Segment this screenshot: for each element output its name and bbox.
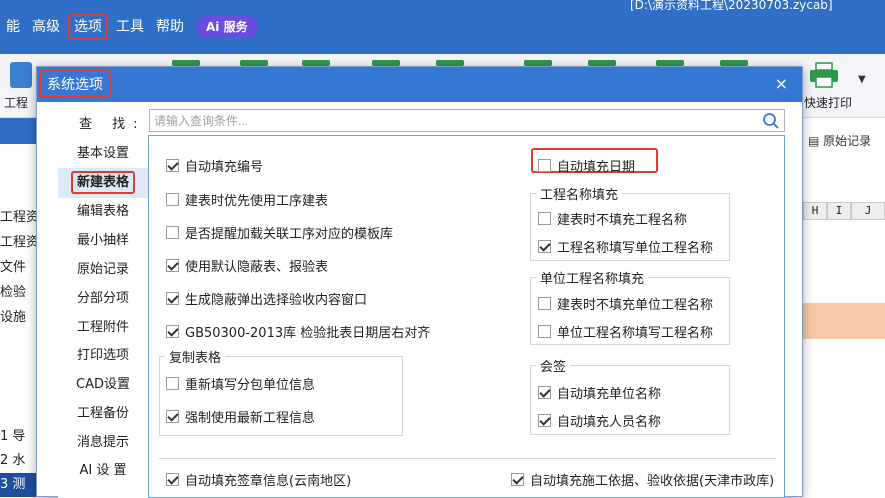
no-fill-project-name-checkbox[interactable]: 建表时不填充工程名称 xyxy=(538,209,687,228)
search-label: 查 找: xyxy=(79,117,146,132)
record-icon: ▤ xyxy=(808,134,824,148)
unit-name-group-title: 单位工程名称填充 xyxy=(536,268,649,287)
highlighted-row xyxy=(803,303,885,339)
tree-item[interactable]: 检验 xyxy=(0,281,26,300)
checkbox[interactable] xyxy=(538,159,551,172)
search-input[interactable] xyxy=(150,110,750,131)
nav-project-attachments[interactable]: 工程附件 xyxy=(58,314,148,342)
copy-table-group-title: 复制表格 xyxy=(165,347,226,366)
auto-fill-number-checkbox[interactable]: 自动填充编号 xyxy=(166,156,263,175)
auto-fill-basis-checkbox[interactable]: 自动填充施工依据、验收依据(天津市政库) xyxy=(511,470,774,489)
original-record-link[interactable]: ▤ 原始记录 xyxy=(808,132,871,149)
checkbox[interactable] xyxy=(538,325,551,338)
chevron-down-icon[interactable]: ▼ xyxy=(858,74,866,85)
nav-original-record[interactable]: 原始记录 xyxy=(58,256,148,284)
remind-template-checkbox[interactable]: 是否提醒加载关联工序对应的模板库 xyxy=(166,223,393,242)
checkbox[interactable] xyxy=(166,259,179,272)
force-latest-info-checkbox[interactable]: 强制使用最新工程信息 xyxy=(166,407,315,426)
checkbox[interactable] xyxy=(166,292,179,305)
checkbox[interactable] xyxy=(538,414,551,427)
tree-item[interactable]: 设施 xyxy=(0,306,26,325)
tree-item[interactable]: 2 水 xyxy=(0,449,25,468)
checkbox[interactable] xyxy=(166,226,179,239)
checkbox[interactable] xyxy=(538,297,551,310)
hidden-popup-checkbox[interactable]: 生成隐蔽弹出选择验收内容窗口 xyxy=(166,289,367,308)
checkbox[interactable] xyxy=(166,377,179,390)
checkbox[interactable] xyxy=(166,159,179,172)
nav-new-table[interactable]: 新建表格 xyxy=(58,168,148,198)
app-menubar: [D:\演示资料工程\20230703.zycab] 能 高级 选项 工具 帮助… xyxy=(0,0,885,54)
menu-function[interactable]: 能 xyxy=(0,16,26,38)
search-icon[interactable] xyxy=(762,112,780,130)
toolbar-project-label[interactable]: 工程 xyxy=(4,94,28,111)
main-menu: 能 高级 选项 工具 帮助 Ai 服务 xyxy=(0,14,258,40)
countersign-group-title: 会签 xyxy=(536,356,571,375)
checkbox[interactable] xyxy=(511,473,524,486)
menu-help[interactable]: 帮助 xyxy=(150,16,190,38)
dialog-titlebar: 系统选项 × xyxy=(37,67,802,102)
checkbox[interactable] xyxy=(166,325,179,338)
nav-ai-settings[interactable]: AI 设 置 xyxy=(58,457,148,485)
dialog-title: 系统选项 xyxy=(39,70,111,98)
default-hidden-table-checkbox[interactable]: 使用默认隐蔽表、报验表 xyxy=(166,256,328,275)
nav-division-items[interactable]: 分部分项 xyxy=(58,285,148,313)
auto-fill-signature-checkbox[interactable]: 自动填充签章信息(云南地区) xyxy=(166,470,351,489)
auto-fill-date-checkbox[interactable]: 自动填充日期 xyxy=(538,156,635,175)
auto-fill-person-name-checkbox[interactable]: 自动填充人员名称 xyxy=(538,411,661,430)
close-icon[interactable]: × xyxy=(775,74,788,93)
menu-tools[interactable]: 工具 xyxy=(110,16,150,38)
project-icon[interactable] xyxy=(10,62,32,88)
search-field[interactable] xyxy=(149,109,785,132)
ai-service-button[interactable]: Ai 服务 xyxy=(196,16,258,38)
project-name-as-unit-checkbox[interactable]: 工程名称填写单位工程名称 xyxy=(538,237,713,256)
column-header[interactable]: J xyxy=(851,202,885,220)
quick-print-label[interactable]: 快速打印 xyxy=(804,94,852,111)
new-table-settings-panel: 自动填充编号 建表时优先使用工序建表 是否提醒加载关联工序对应的模板库 使用默认… xyxy=(148,135,785,498)
column-header[interactable]: I xyxy=(827,202,851,220)
menu-options[interactable]: 选项 xyxy=(68,14,108,40)
checkbox[interactable] xyxy=(166,473,179,486)
divider xyxy=(159,458,776,459)
printer-icon[interactable] xyxy=(808,62,840,88)
system-options-dialog: 系统选项 × 查 找: 基本设置 新建表格 编辑表格 最小抽样 原始记录 分部分… xyxy=(36,66,803,498)
project-tree: 工程资 工程资 文件 检验 设施 1 导 2 水 xyxy=(0,144,40,497)
tree-item[interactable]: 工程资 xyxy=(0,206,39,225)
no-fill-unit-name-checkbox[interactable]: 建表时不填充单位工程名称 xyxy=(538,294,713,313)
checkbox[interactable] xyxy=(538,240,551,253)
nav-edit-table[interactable]: 编辑表格 xyxy=(58,198,148,226)
nav-min-sampling[interactable]: 最小抽样 xyxy=(58,227,148,255)
checkbox[interactable] xyxy=(166,193,179,206)
project-path: [D:\演示资料工程\20230703.zycab] xyxy=(630,0,833,12)
unit-name-as-project-checkbox[interactable]: 单位工程名称填写工程名称 xyxy=(538,322,713,341)
checkbox[interactable] xyxy=(538,212,551,225)
checkbox[interactable] xyxy=(538,386,551,399)
auto-fill-unit-name-checkbox[interactable]: 自动填充单位名称 xyxy=(538,383,661,402)
prefer-process-checkbox[interactable]: 建表时优先使用工序建表 xyxy=(166,190,328,209)
options-nav: 基本设置 新建表格 编辑表格 最小抽样 原始记录 分部分项 工程附件 打印选项 … xyxy=(58,137,148,498)
tree-item-selected[interactable]: 3 测 xyxy=(0,473,40,497)
menu-advanced[interactable]: 高级 xyxy=(26,16,66,38)
nav-project-backup[interactable]: 工程备份 xyxy=(58,400,148,428)
nav-basic-settings[interactable]: 基本设置 xyxy=(58,140,148,168)
refill-subcontractor-checkbox[interactable]: 重新填写分包单位信息 xyxy=(166,374,315,393)
nav-cad-settings[interactable]: CAD设置 xyxy=(58,371,148,399)
tree-item[interactable]: 1 导 xyxy=(0,425,25,444)
tree-item[interactable]: 工程资 xyxy=(0,231,39,250)
gb50300-date-align-checkbox[interactable]: GB50300-2013库 检验批表日期居右对齐 xyxy=(166,322,430,341)
column-header[interactable]: H xyxy=(803,202,827,220)
project-name-group-title: 工程名称填充 xyxy=(536,184,623,203)
nav-print-options[interactable]: 打印选项 xyxy=(58,342,148,370)
tree-item[interactable]: 文件 xyxy=(0,256,26,275)
checkbox[interactable] xyxy=(166,410,179,423)
nav-message-prompt[interactable]: 消息提示 xyxy=(58,429,148,457)
